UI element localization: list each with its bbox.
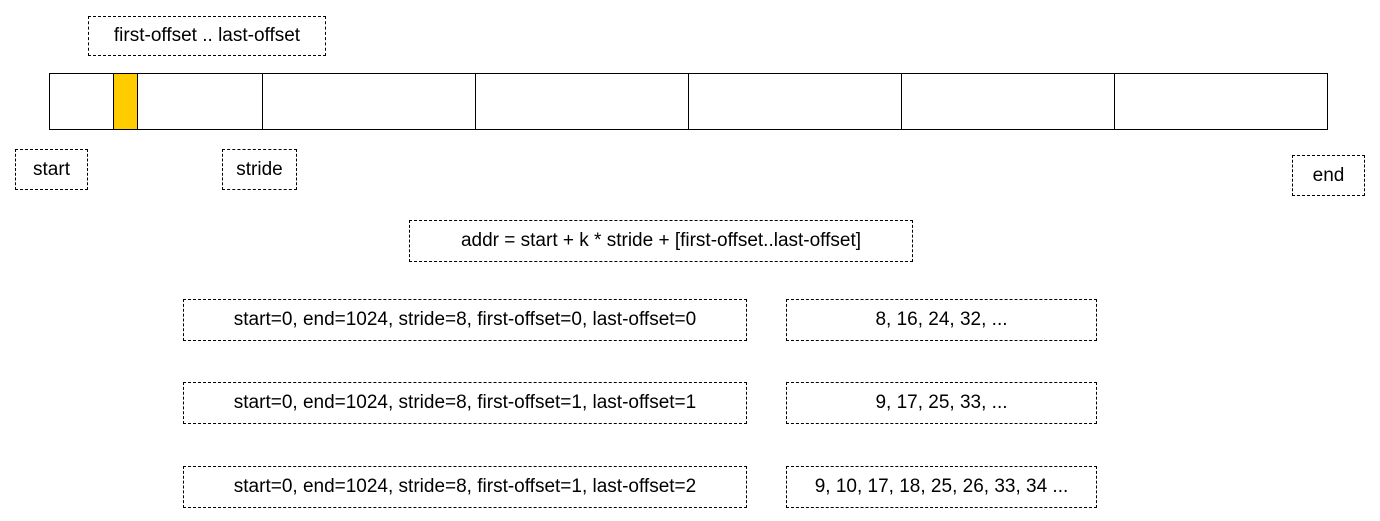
example-result-1: 8, 16, 24, 32, ... [786, 299, 1097, 341]
example-result-2: 9, 17, 25, 33, ... [786, 382, 1097, 424]
memory-bar [49, 73, 1328, 130]
stride-segment-boundary [475, 74, 476, 129]
stride-segment-boundary [688, 74, 689, 129]
address-formula: addr = start + k * stride + [first-offse… [409, 220, 913, 262]
example-params-2: start=0, end=1024, stride=8, first-offse… [183, 382, 747, 424]
end-label: end [1292, 155, 1365, 196]
stride-segment-boundary [901, 74, 902, 129]
example-params-3: start=0, end=1024, stride=8, first-offse… [183, 466, 747, 508]
start-label: start [15, 149, 88, 190]
stride-label: stride [222, 149, 297, 190]
example-result-3: 9, 10, 17, 18, 25, 26, 33, 34 ... [786, 466, 1097, 508]
offset-highlight [113, 74, 138, 129]
example-params-1: start=0, end=1024, stride=8, first-offse… [183, 299, 747, 341]
stride-segment-boundary [262, 74, 263, 129]
stride-segment-boundary [1114, 74, 1115, 129]
offset-range-label: first-offset .. last-offset [88, 16, 326, 56]
